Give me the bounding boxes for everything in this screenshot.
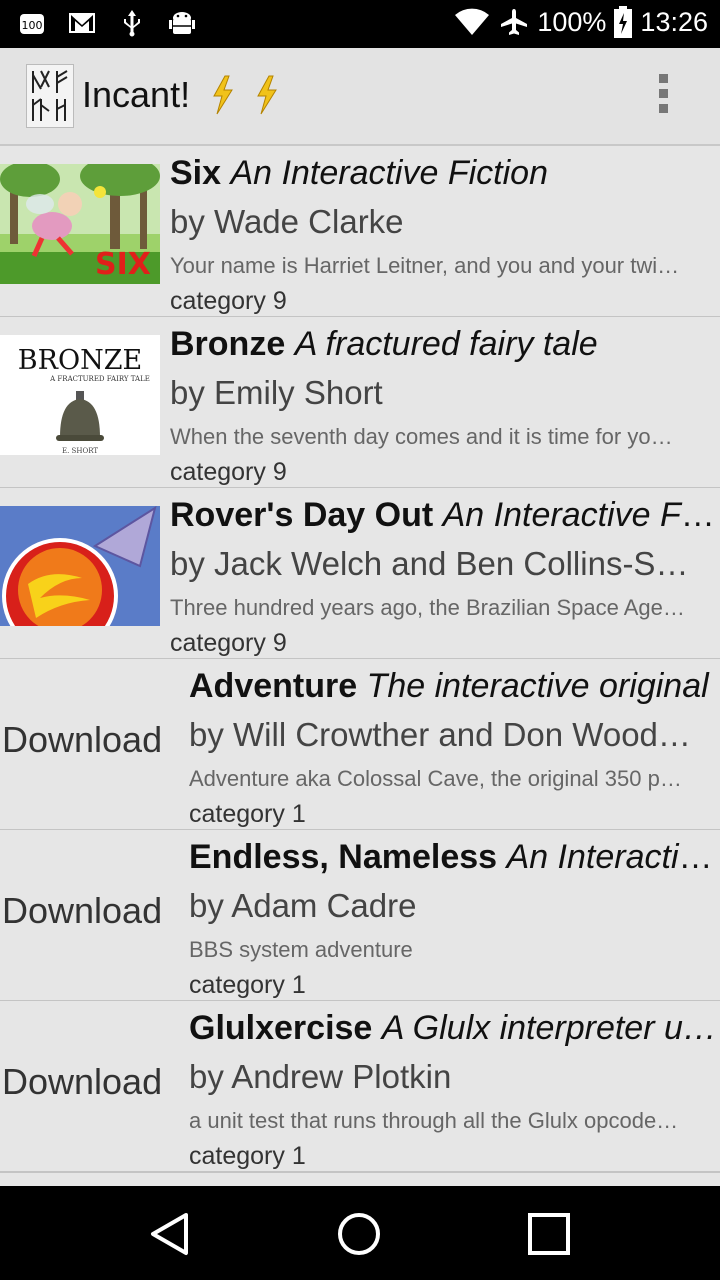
story-blurb: When the seventh day comes and it is tim… [170, 424, 673, 449]
airplane-icon [501, 9, 528, 35]
story-text: Rover's Day Out An Interactive Fic… by J… [170, 492, 720, 660]
status-bar: 100 100% 13:26 [0, 0, 720, 48]
story-title-line: Rover's Day Out An Interactive Fic… [170, 492, 720, 538]
lightning-icon [213, 75, 233, 115]
story-row[interactable]: Download Endless, Nameless An Interactiv… [0, 830, 720, 1002]
battery-percent: 100% [537, 6, 607, 37]
battery-charging-icon [614, 6, 633, 38]
status-notification-icons: 100 [18, 8, 196, 38]
story-subtitle: The interactive original [366, 667, 709, 705]
story-text: Glulxercise A Glulx interpreter u… by An… [189, 1005, 720, 1173]
bronze-cover: BRONZE A FRACTURED FAIRY TALE E. SHORT [0, 335, 160, 455]
rover-cover [0, 506, 160, 626]
story-author: by Adam Cadre [189, 887, 417, 924]
bronze-cover-subtitle: A FRACTURED FAIRY TALE [49, 375, 150, 383]
story-title-line: Glulxercise A Glulx interpreter u… [189, 1005, 720, 1051]
download-button[interactable]: Download [2, 719, 162, 761]
story-title-line: Endless, Nameless An Interactiv… [189, 834, 720, 880]
story-row[interactable]: Download Glulxercise A Glulx interpreter… [0, 1001, 720, 1173]
story-title: Adventure [189, 667, 358, 705]
app-title: Incant! [82, 74, 191, 115]
story-title: Rover's Day Out [170, 496, 434, 534]
notification-100-icon: 100 [20, 14, 44, 34]
story-blurb: a unit test that runs through all the Gl… [189, 1108, 679, 1133]
gmail-icon [69, 13, 95, 33]
app-logo-icon [26, 64, 74, 128]
story-blurb: Adventure aka Colossal Cave, the origina… [189, 766, 682, 791]
story-author: by Andrew Plotkin [189, 1058, 452, 1095]
story-title-line: Adventure The interactive original [189, 663, 720, 709]
story-list: SIX Six An Interactive Fiction by Wade C… [0, 146, 720, 1186]
story-blurb: BBS system adventure [189, 937, 413, 962]
story-author: by Wade Clarke [170, 203, 404, 240]
clock: 13:26 [640, 6, 708, 37]
android-debug-icon [169, 12, 195, 34]
story-subtitle: A Glulx interpreter u… [381, 1009, 717, 1047]
story-subtitle: An Interactive Fiction [230, 154, 548, 192]
story-title: Six [170, 154, 222, 192]
usb-icon [124, 10, 140, 37]
navigation-bar [0, 1186, 720, 1280]
story-row[interactable]: BRONZE A FRACTURED FAIRY TALE E. SHORT B… [0, 317, 720, 489]
story-category: category 1 [189, 1142, 306, 1170]
story-subtitle: An Interactiv… [506, 838, 720, 876]
story-category: category 1 [189, 971, 306, 999]
story-text: Endless, Nameless An Interactiv… by Adam… [189, 834, 720, 1002]
story-title: Glulxercise [189, 1009, 373, 1047]
lightning-icon [257, 75, 277, 115]
story-text: Bronze A fractured fairy tale by Emily S… [170, 321, 720, 489]
story-title: Bronze [170, 325, 286, 363]
story-blurb: Your name is Harriet Leitner, and you an… [170, 253, 680, 278]
story-category: category 9 [170, 287, 287, 315]
story-title-line: Bronze A fractured fairy tale [170, 321, 720, 367]
bronze-cover-title: BRONZE [18, 345, 142, 376]
story-subtitle: An Interactive Fic… [442, 496, 720, 534]
story-text: Adventure The interactive original by Wi… [189, 663, 720, 831]
story-title: Endless, Nameless [189, 838, 498, 876]
story-text: Six An Interactive Fiction by Wade Clark… [170, 150, 720, 318]
story-title-line: Six An Interactive Fiction [170, 150, 720, 196]
story-row[interactable]: SIX Six An Interactive Fiction by Wade C… [0, 146, 720, 318]
back-icon[interactable] [148, 1212, 192, 1256]
svg-text:100: 100 [22, 19, 43, 32]
story-category: category 9 [170, 458, 287, 486]
svg-text:SIX: SIX [95, 247, 151, 282]
story-author: by Emily Short [170, 374, 383, 411]
status-system-icons: 100% 13:26 [453, 6, 708, 38]
download-button[interactable]: Download [2, 1061, 162, 1103]
story-category: category 9 [170, 629, 287, 657]
story-row[interactable]: Download Adventure The interactive origi… [0, 659, 720, 831]
story-category: category 1 [189, 800, 306, 828]
story-subtitle: A fractured fairy tale [294, 325, 598, 363]
download-button[interactable]: Download [2, 890, 162, 932]
story-author: by Will Crowther and Don Wood… [189, 716, 691, 753]
bronze-cover-author: E. SHORT [62, 447, 98, 455]
home-icon[interactable] [336, 1211, 382, 1257]
wifi-icon [455, 8, 490, 35]
story-row[interactable]: Rover's Day Out An Interactive Fic… by J… [0, 488, 720, 660]
app-bar: Incant! [0, 48, 720, 146]
recents-icon[interactable] [527, 1212, 571, 1256]
overflow-menu-icon[interactable] [650, 74, 676, 118]
story-blurb: Three hundred years ago, the Brazilian S… [170, 595, 685, 620]
six-cover: SIX [0, 164, 160, 284]
story-author: by Jack Welch and Ben Collins-S… [170, 545, 689, 582]
